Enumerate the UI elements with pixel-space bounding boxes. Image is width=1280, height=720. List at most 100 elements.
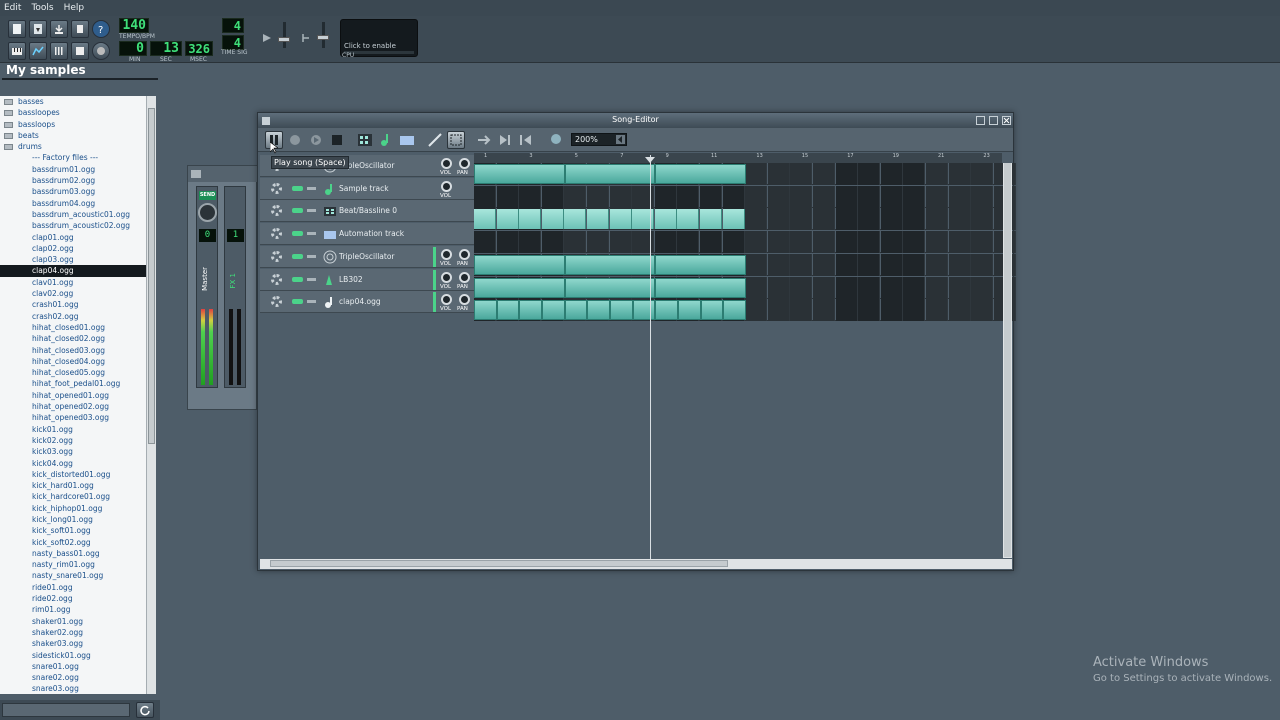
pattern-clip[interactable] bbox=[655, 254, 746, 275]
track-content-grid[interactable] bbox=[474, 155, 1016, 323]
sidebar-scroll-thumb[interactable] bbox=[148, 108, 155, 444]
sample-file-item[interactable]: clap02.ogg bbox=[0, 243, 146, 254]
zoom-dropdown-arrow[interactable] bbox=[616, 135, 625, 144]
add-beat-bassline-button[interactable] bbox=[356, 131, 374, 149]
sample-file-item[interactable]: rim01.ogg bbox=[0, 604, 146, 615]
pattern-clip[interactable] bbox=[474, 254, 565, 275]
volume-knob[interactable] bbox=[441, 180, 452, 192]
volume-knob[interactable] bbox=[441, 158, 452, 169]
fx-mixer-button[interactable] bbox=[50, 42, 68, 60]
sample-file-item[interactable]: kick04.ogg bbox=[0, 458, 146, 469]
volume-knob[interactable] bbox=[441, 248, 452, 260]
filter-input[interactable] bbox=[2, 703, 130, 717]
menu-edit[interactable]: Edit bbox=[4, 3, 21, 13]
time-signature-denominator[interactable]: 4 bbox=[222, 35, 244, 50]
sample-clip[interactable] bbox=[632, 300, 656, 321]
sample-file-item[interactable]: bassdrum01.ogg bbox=[0, 164, 146, 175]
pattern-clip[interactable] bbox=[655, 277, 746, 298]
sample-file-item[interactable]: nasty_snare01.ogg bbox=[0, 570, 146, 581]
sample-file-item[interactable]: kick01.ogg bbox=[0, 424, 146, 435]
beat-bassline-clip[interactable] bbox=[587, 209, 609, 230]
sample-file-item[interactable]: kick_distorted01.ogg bbox=[0, 469, 146, 480]
song-editor-horizontal-scrollbar[interactable] bbox=[260, 559, 1012, 569]
sample-file-item[interactable]: hihat_foot_pedal01.ogg bbox=[0, 378, 146, 389]
mute-toggle[interactable] bbox=[292, 231, 303, 237]
sample-clip[interactable] bbox=[610, 300, 633, 321]
track-settings-gear-icon[interactable] bbox=[271, 182, 282, 194]
sample-clip[interactable] bbox=[587, 300, 610, 321]
sample-file-item[interactable]: clap04.ogg bbox=[0, 265, 146, 277]
recent-projects-button[interactable] bbox=[71, 20, 89, 38]
sample-file-item[interactable]: kick_soft02.ogg bbox=[0, 537, 146, 548]
pattern-clip[interactable] bbox=[564, 277, 656, 298]
sample-file-item[interactable]: clap01.ogg bbox=[0, 232, 146, 243]
sample-file-item[interactable]: bassdrum03.ogg bbox=[0, 186, 146, 197]
sample-file-item[interactable]: ride01.ogg bbox=[0, 582, 146, 593]
mute-toggle[interactable] bbox=[292, 276, 303, 282]
sample-clip[interactable] bbox=[474, 300, 497, 321]
sample-file-item[interactable]: hihat_closed03.ogg bbox=[0, 345, 146, 356]
time-signature-numerator[interactable]: 4 bbox=[222, 18, 244, 33]
sample-clip[interactable] bbox=[678, 300, 701, 321]
track-name[interactable]: LB302 bbox=[339, 275, 363, 284]
track-name[interactable]: Automation track bbox=[339, 229, 404, 238]
track-lane[interactable] bbox=[474, 299, 1016, 322]
close-button[interactable] bbox=[1002, 116, 1011, 125]
open-project-button[interactable] bbox=[50, 20, 68, 38]
sample-file-item[interactable]: kick02.ogg bbox=[0, 435, 146, 446]
sample-file-item[interactable]: shaker02.ogg bbox=[0, 627, 146, 638]
sample-file-item[interactable]: sidestick01.ogg bbox=[0, 650, 146, 661]
pattern-clip[interactable] bbox=[564, 254, 656, 275]
mute-toggle[interactable] bbox=[292, 253, 303, 259]
track-row[interactable]: Sample track VOL bbox=[260, 177, 474, 200]
menu-tools[interactable]: Tools bbox=[31, 3, 53, 13]
folder-item[interactable]: bassloopes bbox=[0, 107, 146, 118]
volume-knob[interactable] bbox=[441, 294, 452, 306]
maximize-button[interactable] bbox=[989, 116, 998, 125]
sample-file-item[interactable]: hihat_closed02.ogg bbox=[0, 333, 146, 344]
vertical-scroll-thumb[interactable] bbox=[1004, 163, 1011, 557]
track-row[interactable]: clap04.ogg VOL PAN bbox=[260, 291, 474, 314]
master-volume-slider[interactable] bbox=[283, 22, 286, 48]
horizontal-scroll-thumb[interactable] bbox=[270, 560, 728, 567]
sample-file-item[interactable]: hihat_opened02.ogg bbox=[0, 401, 146, 412]
sample-file-item[interactable]: nasty_rim01.ogg bbox=[0, 559, 146, 570]
track-lane[interactable] bbox=[474, 185, 1016, 208]
sample-file-item[interactable]: clav01.ogg bbox=[0, 277, 146, 288]
tempo-display[interactable]: 140 bbox=[119, 18, 149, 33]
solo-toggle[interactable] bbox=[307, 254, 316, 258]
mute-toggle[interactable] bbox=[292, 208, 303, 214]
track-settings-gear-icon[interactable] bbox=[271, 273, 282, 285]
sample-file-item[interactable]: hihat_closed05.ogg bbox=[0, 367, 146, 378]
pan-knob[interactable] bbox=[459, 271, 470, 283]
send-amount-knob[interactable] bbox=[198, 203, 217, 222]
minimize-button[interactable] bbox=[976, 116, 985, 125]
beat-bassline-clip[interactable] bbox=[541, 209, 564, 230]
sample-clip[interactable] bbox=[700, 300, 724, 321]
pan-knob[interactable] bbox=[459, 248, 470, 260]
send-button[interactable]: SEND bbox=[199, 191, 216, 200]
sample-clip[interactable] bbox=[655, 300, 678, 321]
sample-file-item[interactable]: shaker01.ogg bbox=[0, 616, 146, 627]
sample-tree[interactable]: basses bassloopes bassloops beats drums --- F… bbox=[0, 96, 146, 694]
track-settings-gear-icon[interactable] bbox=[271, 250, 282, 262]
sample-file-item[interactable]: shaker03.ogg bbox=[0, 638, 146, 649]
sample-file-item[interactable]: kick_hard01.ogg bbox=[0, 480, 146, 491]
sample-clip[interactable] bbox=[564, 300, 588, 321]
sample-file-item[interactable]: hihat_closed01.ogg bbox=[0, 322, 146, 333]
master-channel[interactable]: SEND 0 Master bbox=[196, 186, 218, 388]
fx1-channel[interactable]: 1 FX 1 bbox=[224, 186, 246, 388]
edit-mode-button[interactable] bbox=[447, 131, 465, 149]
sample-file-item[interactable]: hihat_closed04.ogg bbox=[0, 356, 146, 367]
sample-file-item[interactable]: clav02.ogg bbox=[0, 288, 146, 299]
sample-file-item[interactable]: crash01.ogg bbox=[0, 299, 146, 310]
track-lane[interactable] bbox=[474, 231, 1016, 254]
track-lane[interactable] bbox=[474, 163, 1016, 185]
playhead-marker[interactable] bbox=[645, 157, 655, 163]
pan-knob[interactable] bbox=[459, 158, 470, 169]
solo-toggle[interactable] bbox=[307, 232, 316, 236]
reload-tree-button[interactable] bbox=[136, 702, 154, 718]
beat-bassline-clip[interactable] bbox=[564, 209, 587, 230]
pattern-clip[interactable] bbox=[474, 164, 565, 184]
sample-file-item[interactable]: kick03.ogg bbox=[0, 446, 146, 457]
